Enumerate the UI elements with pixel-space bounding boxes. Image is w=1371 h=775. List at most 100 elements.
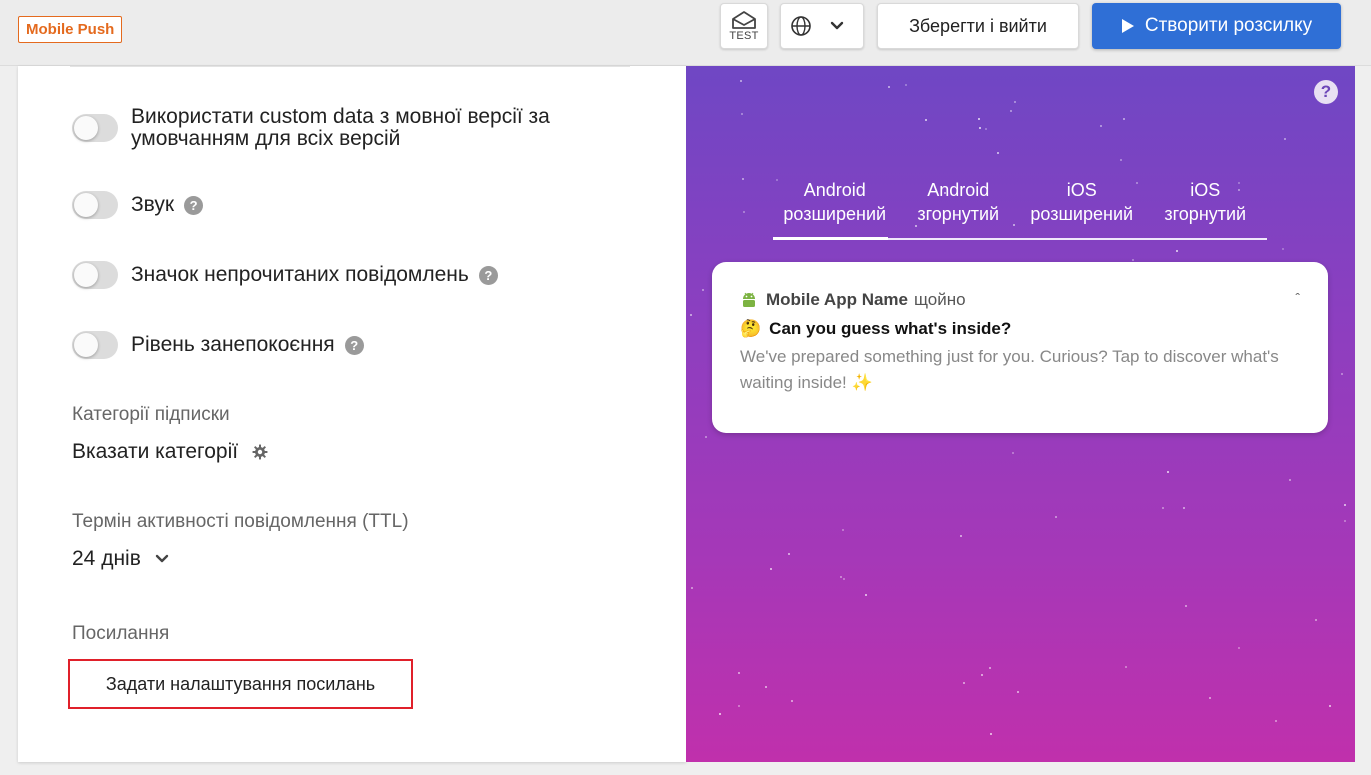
categories-selector[interactable]: Вказати категорії: [72, 440, 268, 464]
star-dot: [765, 686, 767, 688]
star-dot: [865, 594, 867, 596]
preview-tabs: Android розширений Android згорнутий iOS…: [773, 176, 1267, 240]
star-dot: [905, 84, 907, 86]
gear-icon: [252, 444, 268, 460]
globe-icon: [791, 16, 811, 36]
star-dot: [1055, 516, 1057, 518]
star-dot: [1315, 619, 1317, 621]
create-campaign-button[interactable]: Створити розсилку: [1092, 3, 1341, 49]
star-dot: [1209, 697, 1211, 699]
star-dot: [997, 152, 999, 154]
interruption-level-toggle[interactable]: [72, 331, 118, 359]
star-dot: [742, 178, 744, 180]
star-dot: [960, 535, 962, 537]
top-bar: Mobile Push TEST Зберегти і вийти Створи…: [0, 0, 1371, 66]
star-dot: [738, 705, 740, 707]
star-dot: [1014, 101, 1016, 103]
tab-label-line2: розширений: [783, 204, 887, 224]
play-icon: [1121, 19, 1134, 33]
notification-header: Mobile App Name щойно: [740, 290, 966, 310]
star-dot: [1100, 125, 1102, 127]
star-dot: [979, 127, 981, 129]
star-dot: [1183, 507, 1185, 509]
tab-label-line1: iOS: [1066, 180, 1097, 200]
tab-android-collapsed[interactable]: Android згорнутий: [897, 176, 1021, 238]
ttl-label: Термін активності повідомлення (TTL): [72, 511, 409, 532]
sound-toggle[interactable]: [72, 191, 118, 219]
thinking-emoji-icon: 🤔: [740, 319, 762, 338]
star-dot: [925, 119, 927, 121]
star-dot: [743, 211, 745, 213]
star-dot: [990, 733, 992, 735]
help-icon[interactable]: ?: [1314, 80, 1338, 104]
tab-label-line2: згорнутий: [1164, 204, 1247, 224]
save-and-exit-button[interactable]: Зберегти і вийти: [877, 3, 1079, 49]
star-dot: [1289, 479, 1291, 481]
star-dot: [1341, 373, 1343, 375]
links-label: Посилання: [72, 623, 170, 644]
star-dot: [791, 700, 793, 702]
toggle-row-custom-data: Використати custom data з мовної версії …: [72, 106, 601, 150]
tab-ios-expanded[interactable]: iOS розширений: [1020, 176, 1144, 238]
star-dot: [1185, 605, 1187, 607]
tab-ios-collapsed[interactable]: iOS згорнутий: [1144, 176, 1268, 238]
custom-data-toggle[interactable]: [72, 114, 118, 142]
star-dot: [1238, 647, 1240, 649]
star-dot: [1132, 259, 1134, 261]
star-dot: [1275, 720, 1277, 722]
chevron-down-icon: [155, 554, 169, 563]
notification-title-row: 🤔 Can you guess what's inside?: [740, 319, 1011, 339]
star-dot: [981, 674, 983, 676]
create-campaign-label: Створити розсилку: [1144, 15, 1313, 36]
divider: [70, 66, 630, 67]
help-icon[interactable]: ?: [184, 195, 204, 215]
star-dot: [738, 672, 740, 674]
help-icon[interactable]: ?: [478, 265, 498, 285]
help-icon[interactable]: ?: [344, 335, 364, 355]
star-dot: [888, 86, 890, 88]
star-dot: [1010, 110, 1012, 112]
android-icon: [743, 292, 755, 307]
star-dot: [1125, 666, 1127, 668]
ttl-selector[interactable]: 24 днів: [72, 547, 169, 571]
star-dot: [691, 587, 693, 589]
unread-badge-label: Значок непрочитаних повідомлень: [131, 263, 469, 286]
star-dot: [1123, 118, 1125, 120]
app-name: Mobile App Name: [766, 290, 908, 309]
link-settings-button[interactable]: Задати налаштування посилань: [68, 659, 413, 709]
star-dot: [690, 314, 692, 316]
language-selector[interactable]: [780, 3, 864, 49]
unread-badge-toggle[interactable]: [72, 261, 118, 289]
star-dot: [705, 436, 707, 438]
star-dot: [788, 553, 790, 555]
interruption-level-label: Рівень занепокоєння: [131, 333, 335, 356]
toggle-row-interruption: Рівень занепокоєння ?: [72, 331, 364, 359]
star-dot: [842, 529, 844, 531]
star-dot: [719, 713, 721, 715]
star-dot: [843, 578, 845, 580]
tab-android-expanded[interactable]: Android розширений: [773, 176, 897, 240]
star-dot: [702, 289, 704, 291]
star-dot: [740, 80, 742, 82]
notification-title: Can you guess what's inside?: [769, 319, 1012, 338]
star-dot: [989, 667, 991, 669]
star-dot: [1017, 691, 1019, 693]
star-dot: [978, 118, 980, 120]
star-dot: [963, 682, 965, 684]
settings-panel: Використати custom data з мовної версії …: [18, 66, 686, 762]
notification-body: We've prepared something just for you. C…: [740, 347, 1279, 392]
notification-card: Mobile App Name щойно ˆ 🤔 Can you guess …: [712, 262, 1328, 433]
star-dot: [1162, 507, 1164, 509]
tab-label-line2: згорнутий: [917, 204, 1000, 224]
toggle-row-badge: Значок непрочитаних повідомлень ?: [72, 261, 498, 289]
test-envelope-icon: [732, 10, 756, 29]
chevron-up-icon[interactable]: ˆ: [1295, 290, 1300, 306]
test-label: TEST: [729, 29, 759, 42]
star-dot: [1120, 159, 1122, 161]
categories-value: Вказати категорії: [72, 440, 239, 463]
star-dot: [770, 568, 772, 570]
tab-label-line1: Android: [927, 180, 990, 200]
star-dot: [840, 576, 842, 578]
test-send-button[interactable]: TEST: [720, 3, 768, 49]
star-dot: [1284, 138, 1286, 140]
